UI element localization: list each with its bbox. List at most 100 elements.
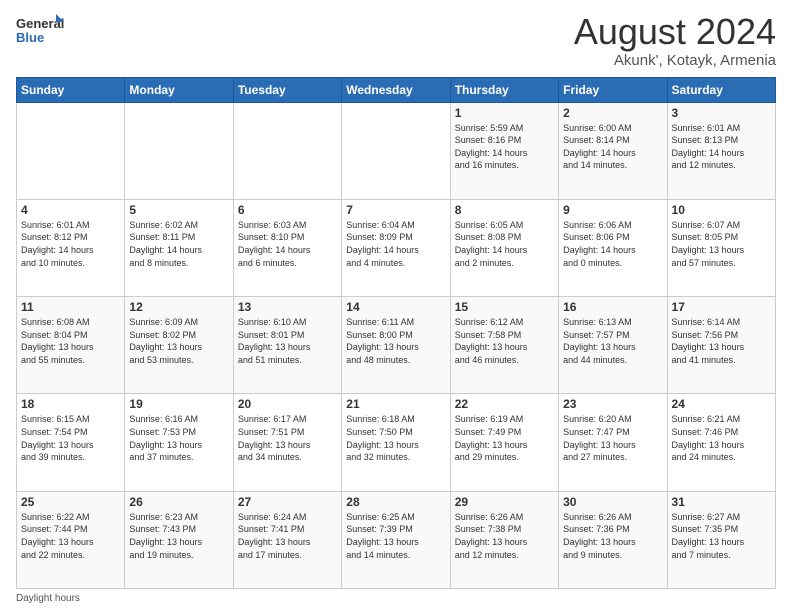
day-info: Sunrise: 6:22 AMSunset: 7:44 PMDaylight:… bbox=[21, 511, 120, 561]
logo: General Blue bbox=[16, 12, 64, 48]
header-sunday: Sunday bbox=[17, 77, 125, 102]
table-row: 26Sunrise: 6:23 AMSunset: 7:43 PMDayligh… bbox=[125, 491, 233, 588]
day-number: 30 bbox=[563, 495, 662, 509]
day-info: Sunrise: 6:26 AMSunset: 7:36 PMDaylight:… bbox=[563, 511, 662, 561]
day-info: Sunrise: 6:19 AMSunset: 7:49 PMDaylight:… bbox=[455, 413, 554, 463]
main-title: August 2024 bbox=[574, 12, 776, 52]
table-row: 19 Sunrise: 6:16 AMSunset: 7:53 PMDayligh… bbox=[125, 394, 233, 491]
header-friday: Friday bbox=[559, 77, 667, 102]
day-number: 16 bbox=[563, 300, 662, 314]
day-number: 27 bbox=[238, 495, 337, 509]
day-info: Sunrise: 6:01 AMSunset: 8:13 PMDaylight:… bbox=[672, 122, 771, 172]
day-info: Sunrise: 6:10 AMSunset: 8:01 PMDaylight:… bbox=[238, 316, 337, 366]
table-row bbox=[233, 102, 341, 199]
table-row: 16 Sunrise: 6:13 AMSunset: 7:57 PMDayligh… bbox=[559, 297, 667, 394]
calendar-week-2: 4 Sunrise: 6:01 AMSunset: 8:12 PMDaylight… bbox=[17, 199, 776, 296]
day-info: Sunrise: 6:16 AMSunset: 7:53 PMDaylight:… bbox=[129, 413, 228, 463]
table-row: 9 Sunrise: 6:06 AMSunset: 8:06 PMDaylight… bbox=[559, 199, 667, 296]
table-row: 6Sunrise: 6:03 AMSunset: 8:10 PMDaylight… bbox=[233, 199, 341, 296]
calendar-week-4: 18 Sunrise: 6:15 AMSunset: 7:54 PMDayligh… bbox=[17, 394, 776, 491]
table-row: 3 Sunrise: 6:01 AMSunset: 8:13 PMDaylight… bbox=[667, 102, 775, 199]
header-monday: Monday bbox=[125, 77, 233, 102]
day-info: Sunrise: 6:01 AMSunset: 8:12 PMDaylight:… bbox=[21, 219, 120, 269]
day-number: 5 bbox=[129, 203, 228, 217]
day-number: 8 bbox=[455, 203, 554, 217]
day-number: 4 bbox=[21, 203, 120, 217]
day-number: 10 bbox=[672, 203, 771, 217]
day-number: 28 bbox=[346, 495, 445, 509]
day-number: 18 bbox=[21, 397, 120, 411]
table-row: 1Sunrise: 5:59 AMSunset: 8:16 PMDaylight… bbox=[450, 102, 558, 199]
day-info: Sunrise: 6:00 AMSunset: 8:14 PMDaylight:… bbox=[563, 122, 662, 172]
table-row: 5Sunrise: 6:02 AMSunset: 8:11 PMDaylight… bbox=[125, 199, 233, 296]
day-number: 11 bbox=[21, 300, 120, 314]
day-number: 19 bbox=[129, 397, 228, 411]
table-row: 7 Sunrise: 6:04 AMSunset: 8:09 PMDaylight… bbox=[342, 199, 450, 296]
day-info: Sunrise: 6:06 AMSunset: 8:06 PMDaylight:… bbox=[563, 219, 662, 269]
day-number: 21 bbox=[346, 397, 445, 411]
calendar-week-3: 11Sunrise: 6:08 AMSunset: 8:04 PMDayligh… bbox=[17, 297, 776, 394]
day-info: Sunrise: 6:13 AMSunset: 7:57 PMDaylight:… bbox=[563, 316, 662, 366]
calendar-table: Sunday Monday Tuesday Wednesday Thursday… bbox=[16, 77, 776, 589]
table-row: 20 Sunrise: 6:17 AMSunset: 7:51 PMDayligh… bbox=[233, 394, 341, 491]
table-row bbox=[342, 102, 450, 199]
day-number: 23 bbox=[563, 397, 662, 411]
day-info: Sunrise: 6:07 AMSunset: 8:05 PMDaylight:… bbox=[672, 219, 771, 269]
day-number: 26 bbox=[129, 495, 228, 509]
day-number: 3 bbox=[672, 106, 771, 120]
calendar-week-1: 1Sunrise: 5:59 AMSunset: 8:16 PMDaylight… bbox=[17, 102, 776, 199]
table-row: 27Sunrise: 6:24 AMSunset: 7:41 PMDayligh… bbox=[233, 491, 341, 588]
title-section: August 2024 Akunk', Kotayk, Armenia bbox=[574, 12, 776, 69]
subtitle: Akunk', Kotayk, Armenia bbox=[574, 52, 776, 69]
day-info: Sunrise: 5:59 AMSunset: 8:16 PMDaylight:… bbox=[455, 122, 554, 172]
table-row: 8Sunrise: 6:05 AMSunset: 8:08 PMDaylight… bbox=[450, 199, 558, 296]
day-number: 7 bbox=[346, 203, 445, 217]
table-row: 18 Sunrise: 6:15 AMSunset: 7:54 PMDayligh… bbox=[17, 394, 125, 491]
table-row: 2 Sunrise: 6:00 AMSunset: 8:14 PMDaylight… bbox=[559, 102, 667, 199]
header-wednesday: Wednesday bbox=[342, 77, 450, 102]
table-row: 21Sunrise: 6:18 AMSunset: 7:50 PMDayligh… bbox=[342, 394, 450, 491]
table-row: 30 Sunrise: 6:26 AMSunset: 7:36 PMDayligh… bbox=[559, 491, 667, 588]
table-row: 4 Sunrise: 6:01 AMSunset: 8:12 PMDaylight… bbox=[17, 199, 125, 296]
day-info: Sunrise: 6:12 AMSunset: 7:58 PMDaylight:… bbox=[455, 316, 554, 366]
day-number: 20 bbox=[238, 397, 337, 411]
top-section: General Blue August 2024 Akunk', Kotayk,… bbox=[16, 12, 776, 69]
svg-text:Blue: Blue bbox=[16, 30, 44, 45]
header-saturday: Saturday bbox=[667, 77, 775, 102]
day-number: 6 bbox=[238, 203, 337, 217]
table-row: 22Sunrise: 6:19 AMSunset: 7:49 PMDayligh… bbox=[450, 394, 558, 491]
day-info: Sunrise: 6:15 AMSunset: 7:54 PMDaylight:… bbox=[21, 413, 120, 463]
day-number: 31 bbox=[672, 495, 771, 509]
day-number: 25 bbox=[21, 495, 120, 509]
table-row: 17Sunrise: 6:14 AMSunset: 7:56 PMDayligh… bbox=[667, 297, 775, 394]
table-row: 15 Sunrise: 6:12 AMSunset: 7:58 PMDayligh… bbox=[450, 297, 558, 394]
table-row: 31Sunrise: 6:27 AMSunset: 7:35 PMDayligh… bbox=[667, 491, 775, 588]
day-number: 12 bbox=[129, 300, 228, 314]
table-row: 28Sunrise: 6:25 AMSunset: 7:39 PMDayligh… bbox=[342, 491, 450, 588]
day-info: Sunrise: 6:11 AMSunset: 8:00 PMDaylight:… bbox=[346, 316, 445, 366]
table-row: 25 Sunrise: 6:22 AMSunset: 7:44 PMDayligh… bbox=[17, 491, 125, 588]
day-info: Sunrise: 6:26 AMSunset: 7:38 PMDaylight:… bbox=[455, 511, 554, 561]
day-info: Sunrise: 6:09 AMSunset: 8:02 PMDaylight:… bbox=[129, 316, 228, 366]
footer: Daylight hours bbox=[16, 593, 776, 604]
table-row: 24Sunrise: 6:21 AMSunset: 7:46 PMDayligh… bbox=[667, 394, 775, 491]
table-row: 29Sunrise: 6:26 AMSunset: 7:38 PMDayligh… bbox=[450, 491, 558, 588]
table-row bbox=[17, 102, 125, 199]
day-number: 9 bbox=[563, 203, 662, 217]
table-row: 13Sunrise: 6:10 AMSunset: 8:01 PMDayligh… bbox=[233, 297, 341, 394]
calendar-header-row: Sunday Monday Tuesday Wednesday Thursday… bbox=[17, 77, 776, 102]
day-number: 2 bbox=[563, 106, 662, 120]
day-info: Sunrise: 6:17 AMSunset: 7:51 PMDaylight:… bbox=[238, 413, 337, 463]
table-row: 11Sunrise: 6:08 AMSunset: 8:04 PMDayligh… bbox=[17, 297, 125, 394]
table-row bbox=[125, 102, 233, 199]
table-row: 23 Sunrise: 6:20 AMSunset: 7:47 PMDayligh… bbox=[559, 394, 667, 491]
calendar-week-5: 25 Sunrise: 6:22 AMSunset: 7:44 PMDayligh… bbox=[17, 491, 776, 588]
day-number: 15 bbox=[455, 300, 554, 314]
day-info: Sunrise: 6:04 AMSunset: 8:09 PMDaylight:… bbox=[346, 219, 445, 269]
page: General Blue August 2024 Akunk', Kotayk,… bbox=[0, 0, 792, 612]
table-row: 10 Sunrise: 6:07 AMSunset: 8:05 PMDayligh… bbox=[667, 199, 775, 296]
table-row: 12 Sunrise: 6:09 AMSunset: 8:02 PMDayligh… bbox=[125, 297, 233, 394]
general-blue-logo-icon: General Blue bbox=[16, 12, 64, 48]
day-info: Sunrise: 6:14 AMSunset: 7:56 PMDaylight:… bbox=[672, 316, 771, 366]
day-info: Sunrise: 6:20 AMSunset: 7:47 PMDaylight:… bbox=[563, 413, 662, 463]
